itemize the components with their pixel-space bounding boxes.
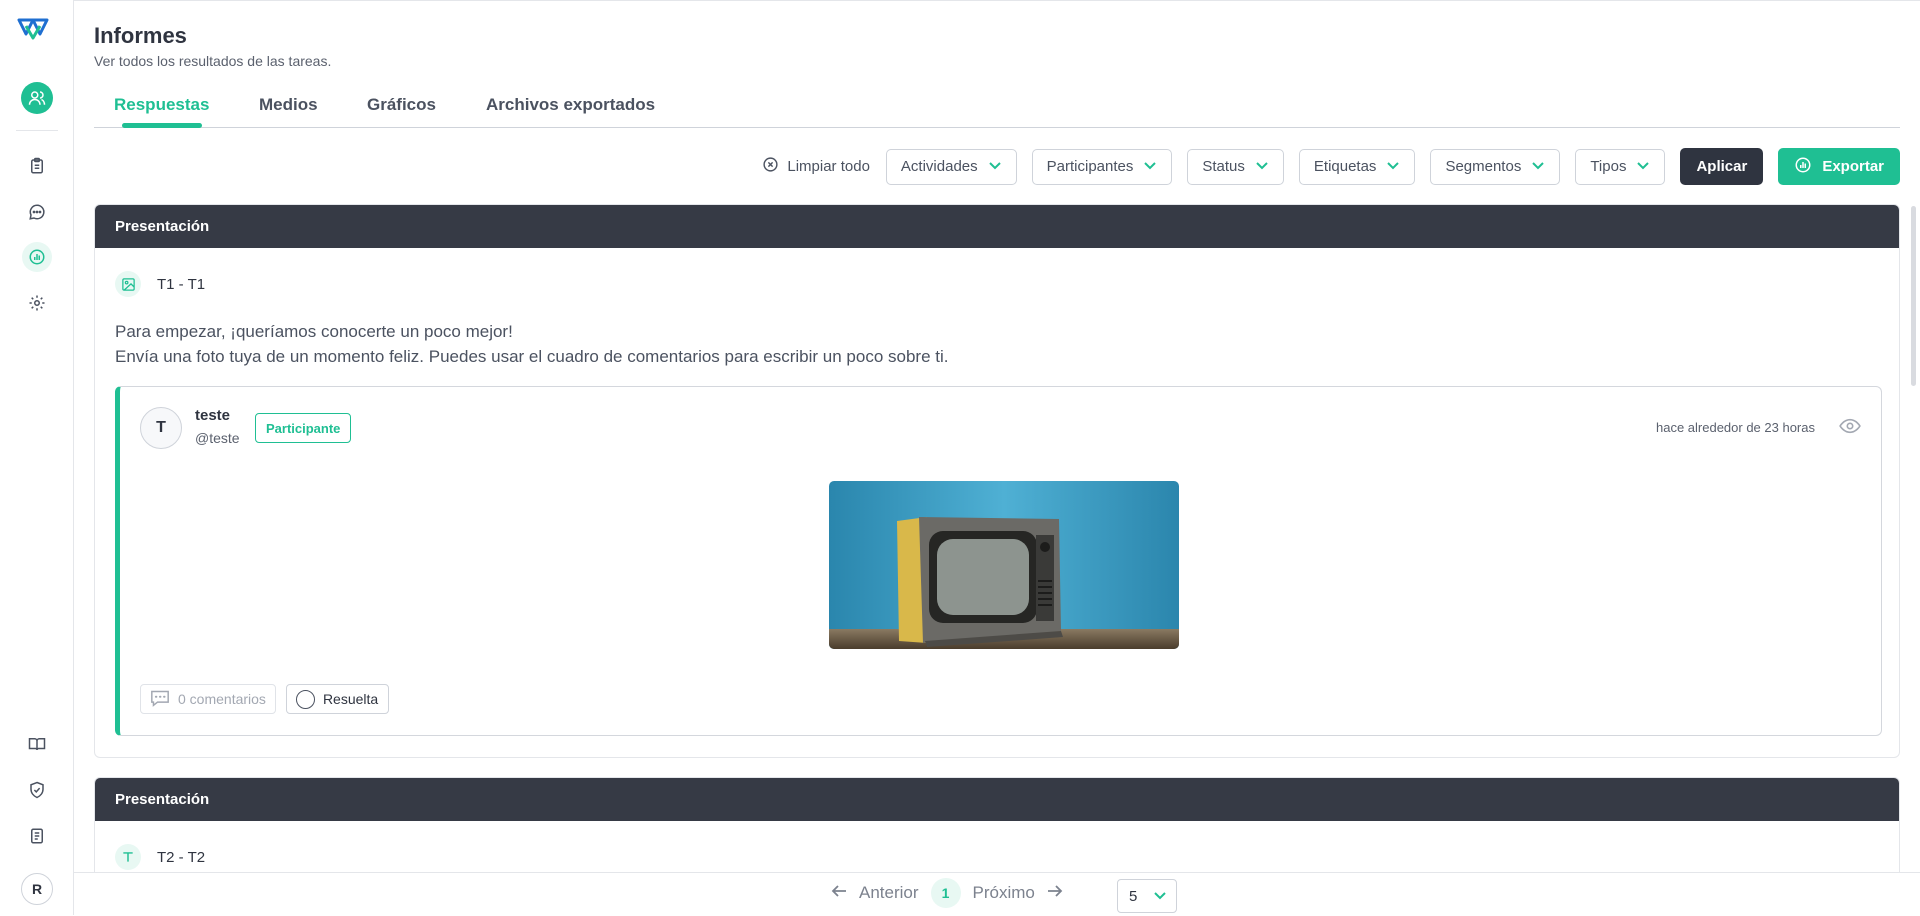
tab-respuestas[interactable]: Respuestas	[114, 95, 209, 115]
page-subtitle: Ver todos los resultados de las tareas.	[94, 53, 332, 69]
resolved-toggle[interactable]: Resuelta	[285, 684, 390, 714]
tab-medios[interactable]: Medios	[259, 95, 318, 115]
response-time: hace alrededor de 23 horas	[1655, 420, 1815, 435]
comments-label: 0 comentarios	[178, 691, 266, 707]
export-button[interactable]: Exportar	[1778, 148, 1900, 185]
circle-icon	[295, 689, 315, 709]
task-card: Presentación T1 - T1 Para empezar, ¡quer…	[94, 204, 1900, 758]
filter-label: Actividades	[900, 158, 978, 175]
comment-icon	[150, 689, 170, 710]
previous-label: Anterior	[859, 883, 919, 902]
user-avatar[interactable]: R	[21, 873, 53, 905]
filter-label: Etiquetas	[1313, 158, 1377, 175]
next-label: Próximo	[972, 883, 1035, 902]
image-icon	[115, 271, 141, 297]
next-page-button[interactable]: Próximo	[973, 883, 1063, 903]
eye-icon[interactable]	[1839, 417, 1863, 437]
clipboard-icon[interactable]	[22, 151, 52, 181]
page-size-value: 5	[1129, 887, 1138, 905]
close-circle-icon	[762, 156, 779, 177]
book-icon[interactable]	[22, 729, 52, 759]
chevron-down-icon	[1386, 158, 1400, 175]
gear-icon[interactable]	[22, 288, 52, 318]
chevron-down-icon	[1143, 158, 1157, 175]
chevron-down-icon	[1636, 158, 1650, 175]
sidebar-divider	[16, 130, 58, 131]
filter-label: Status	[1202, 158, 1245, 175]
previous-page-button[interactable]: Anterior	[831, 883, 919, 903]
filter-status[interactable]: Status	[1187, 148, 1284, 185]
filter-actividades[interactable]: Actividades	[885, 148, 1017, 185]
tab-bar: Respuestas Medios Gráficos Archivos expo…	[94, 87, 1900, 128]
filter-bar: Limpiar todo Actividades Participantes S…	[762, 148, 1900, 185]
clear-all-label: Limpiar todo	[787, 158, 870, 175]
filter-segmentos[interactable]: Segmentos	[1430, 148, 1561, 185]
clear-all-button[interactable]: Limpiar todo	[762, 156, 870, 177]
task-line: T1 - T1	[115, 271, 205, 297]
comments-button[interactable]: 0 comentarios	[140, 684, 276, 714]
chevron-down-icon	[1255, 158, 1269, 175]
response-card: T teste @teste Participante hace alreded…	[115, 386, 1882, 736]
filter-label: Participantes	[1046, 158, 1134, 175]
text-icon	[115, 844, 141, 870]
card-header: Presentación	[95, 778, 1899, 821]
users-icon[interactable]	[21, 82, 53, 114]
role-badge: Participante	[255, 413, 352, 443]
page-size-select[interactable]: 5	[1117, 879, 1177, 913]
respondent-name: teste	[195, 407, 231, 424]
resolved-label: Resuelta	[322, 691, 379, 707]
question-line: Para empezar, ¡queríamos conocerte un po…	[115, 322, 513, 341]
export-label: Exportar	[1822, 158, 1884, 175]
pagination-bar: Anterior 1 Próximo 5	[74, 872, 1920, 916]
scrollbar[interactable]	[1911, 206, 1916, 386]
page-title: Informes	[94, 23, 187, 48]
task-title: T1 - T1	[157, 275, 206, 293]
arrow-right-icon	[1047, 883, 1063, 903]
current-page[interactable]: 1	[930, 878, 961, 908]
sidebar: R	[0, 0, 74, 915]
chat-icon[interactable]	[22, 197, 52, 227]
question-line: Envía una foto tuya de un momento feliz.…	[115, 347, 949, 366]
filter-label: Segmentos	[1445, 158, 1522, 175]
arrow-left-icon	[831, 883, 847, 903]
document-icon[interactable]	[22, 821, 52, 851]
active-tab-indicator	[122, 123, 202, 128]
response-photo[interactable]	[829, 481, 1179, 649]
task-line: T2 - T2	[115, 844, 205, 870]
main-content: Informes Ver todos los resultados de las…	[74, 0, 1920, 916]
chart-icon[interactable]	[22, 242, 52, 272]
task-title: T2 - T2	[157, 848, 206, 866]
chart-icon	[1794, 156, 1812, 178]
tab-archivos-exportados[interactable]: Archivos exportados	[486, 95, 655, 115]
chevron-down-icon	[1531, 158, 1545, 175]
tab-graficos[interactable]: Gráficos	[367, 95, 436, 115]
chevron-down-icon	[1153, 888, 1167, 905]
app-logo[interactable]	[17, 16, 49, 42]
filter-label: Tipos	[1590, 158, 1627, 175]
avatar: T	[140, 407, 182, 449]
response-actions: 0 comentarios Resuelta	[140, 684, 390, 714]
apply-button[interactable]: Aplicar	[1680, 148, 1764, 185]
question-text: Para empezar, ¡queríamos conocerte un po…	[115, 319, 948, 369]
pager: Anterior 1 Próximo	[831, 878, 1063, 908]
shield-check-icon[interactable]	[22, 775, 52, 805]
filter-etiquetas[interactable]: Etiquetas	[1298, 148, 1416, 185]
respondent-handle: @teste	[195, 430, 240, 446]
chevron-down-icon	[988, 158, 1002, 175]
card-header: Presentación	[95, 205, 1899, 248]
filter-tipos[interactable]: Tipos	[1575, 148, 1666, 185]
filter-participantes[interactable]: Participantes	[1031, 148, 1173, 185]
